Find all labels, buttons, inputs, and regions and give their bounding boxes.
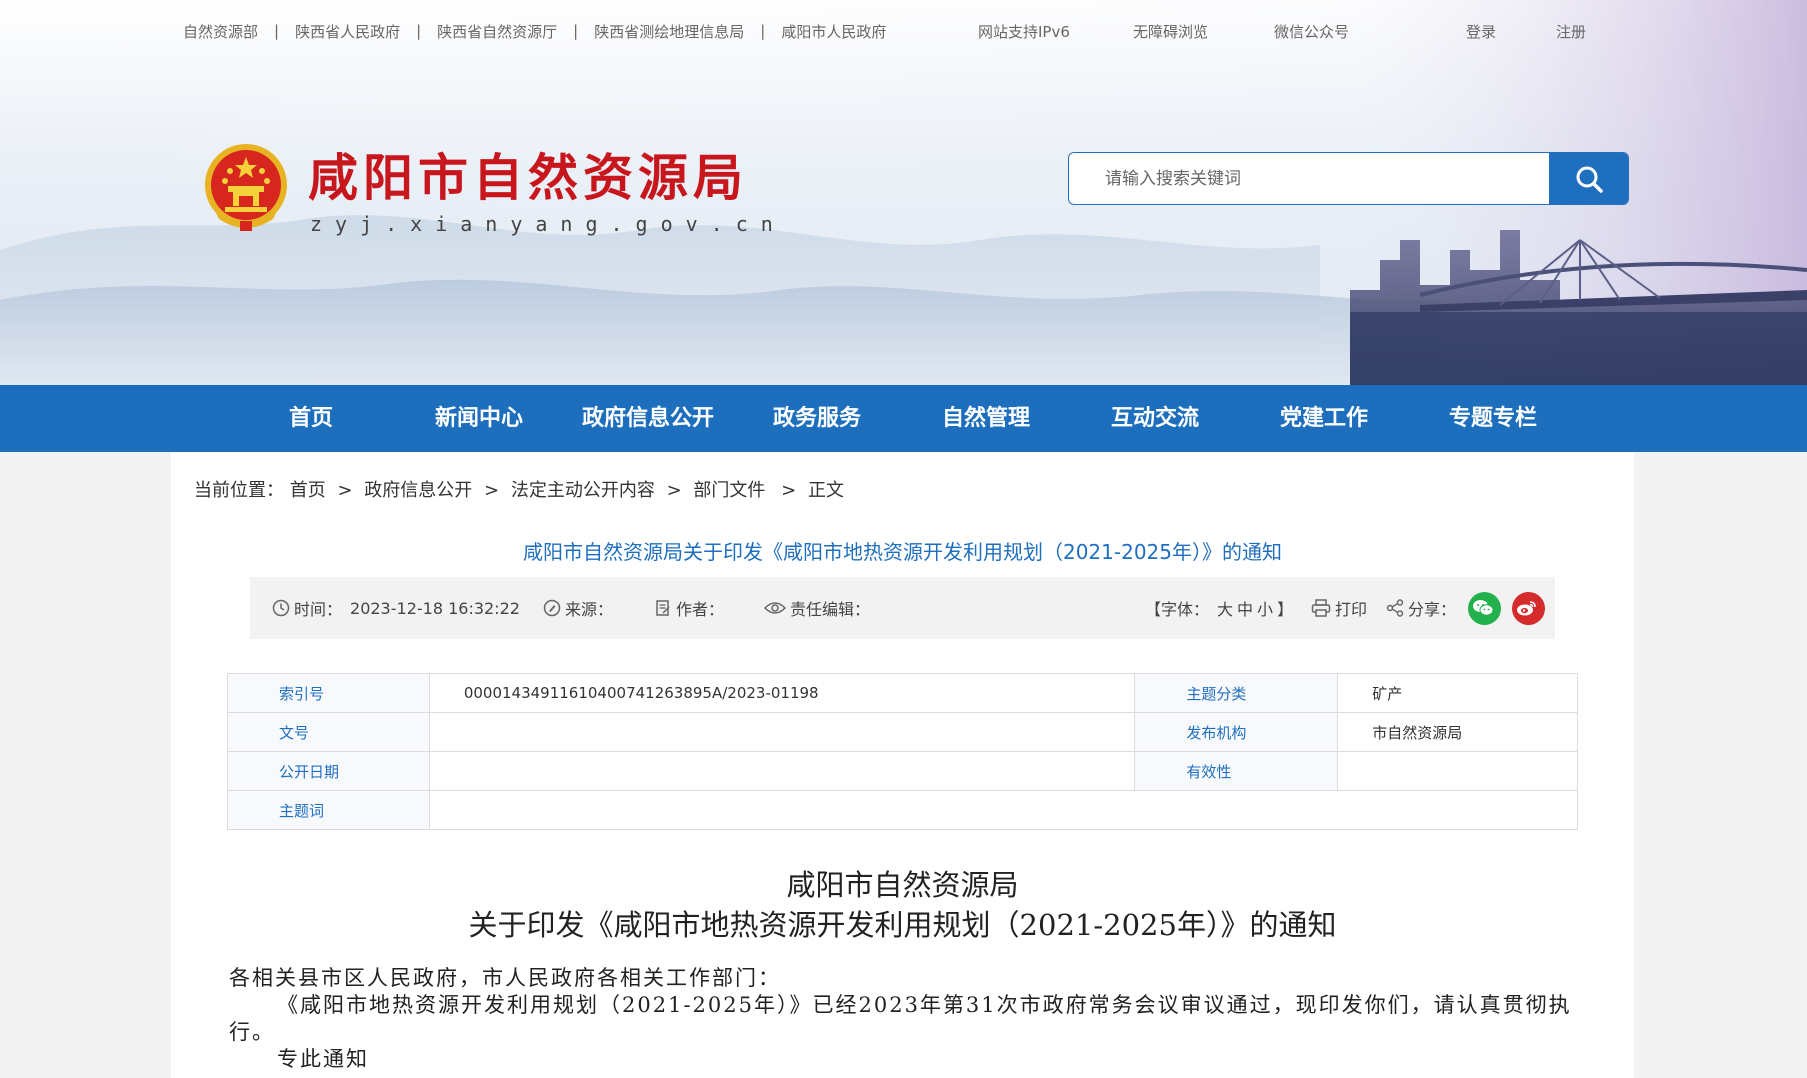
breadcrumb-home[interactable]: 首页 (290, 480, 326, 501)
nav-party[interactable]: 党建工作 (1280, 385, 1368, 452)
table-row: 索引号 00001434911610400741263895A/2023-011… (227, 673, 1578, 713)
top-link-shaanxi-gov[interactable]: 陕西省人民政府 (295, 21, 400, 42)
meta-editor: 责任编辑： (764, 577, 870, 639)
share-icon (1386, 599, 1404, 617)
info-value (428, 712, 1136, 752)
body-title-line2: 关于印发《咸阳市地热资源开发利用规划（2021-2025年）》的通知 (468, 908, 1337, 942)
body-salutation: 各相关县市区人民政府，市人民政府各相关工作部门： (229, 966, 781, 990)
document-icon (656, 600, 670, 616)
print-label: 打印 (1335, 600, 1368, 619)
search-box (1068, 152, 1629, 205)
breadcrumb: 当前位置： 首页 > 政府信息公开 > 法定主动公开内容 > 部门文件 > 正文 (194, 476, 844, 502)
print-button[interactable]: 打印 (1311, 577, 1367, 639)
weibo-icon (1516, 601, 1536, 616)
body-closing: 专此通知 (277, 1047, 369, 1071)
search-input[interactable] (1069, 153, 1551, 204)
search-icon (1576, 166, 1603, 193)
meta-author: 作者： (654, 577, 724, 639)
share-group: 分享： (1386, 577, 1546, 639)
info-key: 主题分类 (1134, 673, 1339, 713)
breadcrumb-sep: > (666, 480, 682, 501)
meta-author-label: 作者： (676, 600, 725, 619)
separator: | (416, 22, 422, 40)
body-paragraph-line1: 《咸阳市地热资源开发利用规划（2021-2025年）》已经2023年第31次市政… (277, 993, 1572, 1017)
table-row: 主题词 (227, 790, 1579, 830)
separator: | (573, 22, 579, 40)
breadcrumb-gov-info[interactable]: 政府信息公开 (364, 480, 472, 501)
meta-time-value: 2023-12-18 16:32:22 (350, 598, 520, 618)
main-nav: 首页 新闻中心 政府信息公开 政务服务 自然管理 互动交流 党建工作 专题专栏 (0, 385, 1807, 452)
meta-time: 时间： 2023-12-18 16:32:22 (272, 577, 520, 639)
breadcrumb-dept-docs[interactable]: 部门文件 (693, 480, 765, 501)
article-title: 咸阳市自然资源局关于印发《咸阳市地热资源开发利用规划（2021-2025年）》的… (522, 540, 1282, 564)
site-title: 咸阳市自然资源局 (308, 149, 748, 207)
font-size-small[interactable]: 小 (1257, 596, 1273, 620)
top-link-mnr[interactable]: 自然资源部 (183, 21, 258, 42)
info-value: 市自然资源局 (1337, 712, 1578, 752)
info-key: 文号 (227, 712, 430, 752)
nav-topics[interactable]: 专题专栏 (1449, 385, 1537, 452)
top-links-bar: 自然资源部 | 陕西省人民政府 | 陕西省自然资源厅 | 陕西省测绘地理信息局 … (183, 20, 886, 42)
table-row: 公开日期 有效性 (227, 751, 1578, 791)
top-link-shaanxi-survey[interactable]: 陕西省测绘地理信息局 (594, 21, 744, 42)
nav-home[interactable]: 首页 (289, 385, 333, 452)
meta-source: 来源： (543, 577, 613, 639)
content-panel: 当前位置： 首页 > 政府信息公开 > 法定主动公开内容 > 部门文件 > 正文… (171, 452, 1634, 1078)
body-paragraph-line2: 行。 (229, 1020, 275, 1044)
font-size-medium[interactable]: 中 (1237, 596, 1253, 620)
body-title-line1: 咸阳市自然资源局 (786, 868, 1019, 902)
eye-icon (764, 602, 786, 614)
info-key: 主题词 (227, 790, 430, 830)
separator: | (274, 22, 280, 40)
info-key: 公开日期 (227, 751, 430, 791)
meta-time-label: 时间： (294, 600, 343, 619)
meta-source-label: 来源： (565, 600, 614, 619)
font-size-control: 【字体： 大 中 小 】 (1145, 577, 1293, 639)
search-button[interactable] (1549, 153, 1628, 204)
info-key: 发布机构 (1134, 712, 1339, 752)
info-value: 矿产 (1337, 673, 1578, 713)
site-url: zyj.xianyang.gov.cn (310, 212, 786, 236)
font-size-large[interactable]: 大 (1217, 596, 1233, 620)
nav-interaction[interactable]: 互动交流 (1111, 385, 1199, 452)
login-link[interactable]: 登录 (1466, 21, 1496, 42)
table-row: 文号 发布机构 市自然资源局 (227, 712, 1578, 752)
breadcrumb-sep: > (337, 480, 353, 501)
separator: | (760, 22, 766, 40)
info-value (428, 790, 1579, 830)
accessible-browse-link[interactable]: 无障碍浏览 (1133, 21, 1208, 42)
info-value (428, 751, 1136, 791)
breadcrumb-label: 当前位置： (194, 480, 284, 501)
ipv6-link[interactable]: 网站支持IPv6 (978, 21, 1070, 42)
top-link-xianyang-gov[interactable]: 咸阳市人民政府 (781, 21, 886, 42)
info-key: 索引号 (227, 673, 430, 713)
font-size-label: 【字体： (1145, 600, 1210, 619)
nav-news[interactable]: 新闻中心 (435, 385, 523, 452)
breadcrumb-sep: > (781, 480, 797, 501)
info-value (1337, 751, 1578, 791)
breadcrumb-statutory[interactable]: 法定主动公开内容 (511, 480, 655, 501)
breadcrumb-current: 正文 (807, 480, 844, 501)
nav-gov-info[interactable]: 政府信息公开 (582, 385, 714, 452)
info-key: 有效性 (1134, 751, 1339, 791)
pen-icon (543, 599, 561, 617)
printer-icon (1311, 599, 1331, 617)
clock-icon (272, 599, 290, 617)
share-wechat-button[interactable] (1468, 591, 1502, 625)
info-value: 00001434911610400741263895A/2023-01198 (428, 673, 1136, 713)
wechat-icon (1472, 600, 1494, 616)
nav-services[interactable]: 政务服务 (773, 385, 861, 452)
article-meta-bar: 时间： 2023-12-18 16:32:22 来源： 作者： 责任编辑： 【字… (250, 577, 1555, 639)
meta-editor-label: 责任编辑： (790, 600, 871, 619)
wechat-account-link[interactable]: 微信公众号 (1274, 21, 1349, 42)
breadcrumb-sep: > (484, 480, 500, 501)
national-emblem (203, 141, 289, 233)
top-link-shaanxi-nr[interactable]: 陕西省自然资源厅 (437, 21, 557, 42)
nav-nature-mgmt[interactable]: 自然管理 (942, 385, 1030, 452)
share-label: 分享： (1408, 600, 1457, 619)
share-weibo-button[interactable] (1512, 591, 1546, 625)
register-link[interactable]: 注册 (1556, 21, 1586, 42)
document-info-table: 索引号 00001434911610400741263895A/2023-011… (227, 673, 1579, 830)
font-size-end: 】 (1277, 600, 1294, 619)
